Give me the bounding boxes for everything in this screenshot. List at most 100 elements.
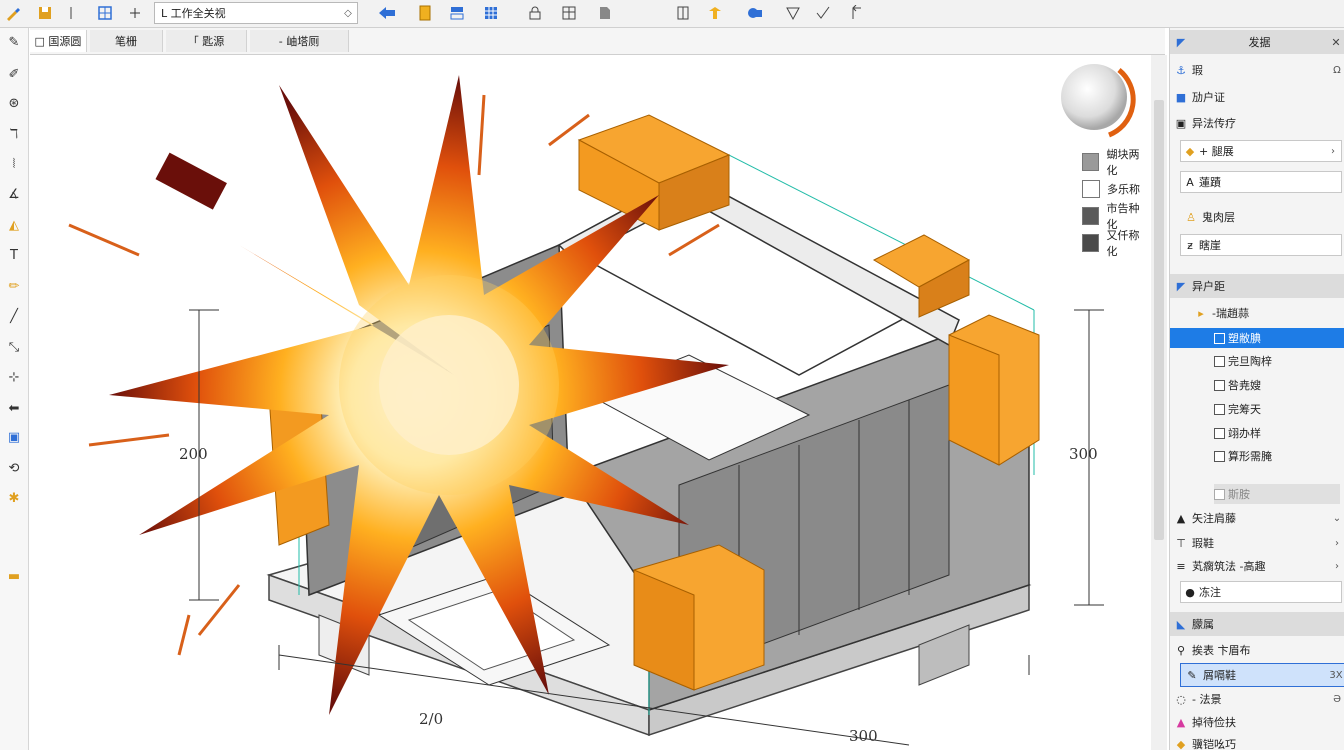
split-tool-icon[interactable]: ⦚: [3, 154, 25, 174]
layer-label: 完筹天: [1228, 403, 1261, 416]
panel-field[interactable]: ƶ 瞎崖: [1180, 234, 1342, 256]
tag-icon: ⊤: [1176, 536, 1186, 550]
circle-tool-icon[interactable]: ⊛: [3, 93, 25, 113]
panel-row-label: 异法传疗: [1192, 117, 1236, 130]
checkbox[interactable]: [1214, 450, 1225, 462]
panel-row-label: - 法景: [1192, 693, 1222, 706]
view-combo[interactable]: L 工作全关视 ◇: [154, 2, 358, 24]
panel-row[interactable]: ▣ 异法传疗: [1170, 111, 1344, 135]
close-badge[interactable]: 3X: [1328, 670, 1344, 681]
yellow-box-icon[interactable]: [414, 2, 436, 24]
pencil-icon[interactable]: [2, 2, 24, 24]
text-tool-icon[interactable]: T: [3, 245, 25, 265]
panel-row[interactable]: ◆ 骥铠吆巧: [1170, 732, 1344, 756]
panel-icon: ◤: [1176, 35, 1186, 49]
close-icon[interactable]: ✕: [1327, 36, 1344, 49]
folder-tool-icon[interactable]: ▬: [3, 566, 25, 586]
layer-checkbox[interactable]: 算形需腌: [1214, 446, 1344, 466]
checkbox[interactable]: [1214, 355, 1225, 367]
panel-section[interactable]: ▲ 矢注肩藤 ⌄: [1170, 506, 1344, 530]
fill-tool-icon[interactable]: ◭: [3, 215, 25, 235]
paint-tool-icon[interactable]: ✏: [3, 276, 25, 296]
check-icon[interactable]: [812, 2, 834, 24]
legend-item: 多乐称: [1082, 179, 1140, 199]
cursor-icon[interactable]: [60, 2, 82, 24]
panel-field[interactable]: A 蓮蹟: [1180, 171, 1342, 193]
panel-row[interactable]: ⊤ 瑕鞋 ›: [1170, 531, 1344, 555]
move-tool-icon[interactable]: ⬅: [3, 398, 25, 418]
brush-tool-icon[interactable]: ✐: [3, 64, 25, 84]
angle-tool-icon[interactable]: ∡: [3, 184, 25, 204]
save-icon[interactable]: [34, 2, 56, 24]
legend-item: 又仟称化: [1082, 229, 1149, 258]
plus-icon[interactable]: [124, 2, 146, 24]
panel-row[interactable]: ♙ 鬼肉层: [1180, 205, 1340, 229]
back-arrow-icon[interactable]: [376, 2, 398, 24]
drawing-canvas[interactable]: 200 300 300 2/0 蝴块两化 多乐称 市告种化 又仟称化: [29, 55, 1149, 750]
lock-icon[interactable]: [524, 2, 546, 24]
panel-field[interactable]: ● 冻注: [1180, 581, 1342, 603]
tab-3[interactable]: 「 匙源: [166, 30, 247, 52]
blue-grid-icon[interactable]: [480, 2, 502, 24]
line-tool-icon[interactable]: ╱: [3, 306, 25, 326]
panel-row-label: 屑嗝鞋: [1203, 669, 1236, 682]
list-icon: ≡: [1176, 559, 1186, 573]
circle-icon: ◌: [1176, 692, 1186, 706]
tab-4[interactable]: ‐ 岫塔厕: [250, 30, 349, 52]
panel-row[interactable]: ■ 劢户证: [1170, 85, 1344, 109]
tree-root[interactable]: ▸ -瑞趙蒜: [1190, 301, 1340, 325]
panel-row[interactable]: ⚓ 瑕 Ω: [1170, 58, 1344, 82]
view-cube-sphere[interactable]: [1061, 64, 1136, 138]
checkbox[interactable]: [1214, 488, 1225, 500]
panel-row-label: 瑕鞋: [1192, 537, 1214, 550]
layer-checkbox-disabled[interactable]: 斯胺: [1214, 484, 1340, 504]
edit-icon: ✎: [1187, 668, 1197, 682]
page-icon[interactable]: [594, 2, 616, 24]
checkbox[interactable]: [1214, 403, 1225, 415]
layer-checkbox[interactable]: 完筹天: [1214, 399, 1344, 419]
arrow-tool-icon[interactable]: [704, 2, 726, 24]
panel-field-label: 蓮蹟: [1199, 176, 1221, 189]
stack-icon[interactable]: [446, 2, 468, 24]
table-icon[interactable]: [558, 2, 580, 24]
dot-icon: ●: [1185, 585, 1195, 599]
checkbox[interactable]: [1214, 427, 1225, 439]
layer-checkbox[interactable]: 塑敝腆: [1170, 328, 1344, 348]
panel-field-label: 瞎崖: [1199, 239, 1221, 252]
panel-row[interactable]: ≡ 芄瘸筑法 ‐高趣 ›: [1170, 554, 1344, 578]
pen-tool-icon[interactable]: ✎: [3, 32, 25, 52]
measure-tool-icon[interactable]: ⤡: [3, 337, 25, 357]
frame-icon[interactable]: [672, 2, 694, 24]
grid-icon[interactable]: [94, 2, 116, 24]
shield-icon[interactable]: [782, 2, 804, 24]
layer-checkbox[interactable]: 咎尭嫂: [1214, 375, 1344, 395]
wand-tool-icon[interactable]: ✱: [3, 488, 25, 508]
person-icon: ♙: [1186, 210, 1196, 224]
checkbox[interactable]: [1214, 379, 1225, 391]
panel-row-label: 挨表 卞眉布: [1192, 644, 1251, 657]
blue-shape-icon[interactable]: [744, 2, 766, 24]
legend-swatch: [1082, 153, 1100, 171]
panel-section-label: 矢注肩藤: [1192, 512, 1236, 525]
scrollbar-thumb[interactable]: [1154, 100, 1164, 540]
panel-dropdown[interactable]: ◆ + 腿展 ›: [1180, 140, 1342, 162]
canvas-scrollbar[interactable]: [1151, 55, 1167, 750]
tab-2[interactable]: 笔栅: [90, 30, 163, 52]
layer-tool-icon[interactable]: ▣: [3, 427, 25, 447]
layer-checkbox[interactable]: 完旦陶梓: [1214, 351, 1344, 371]
bend-tool-icon[interactable]: ℸ: [3, 124, 25, 144]
legend-swatch: [1082, 207, 1100, 225]
diamond-icon: ◆: [1185, 144, 1195, 158]
checkbox[interactable]: [1214, 332, 1225, 344]
snap-tool-icon[interactable]: ⊹: [3, 367, 25, 387]
selected-item[interactable]: ✎ 屑嗝鞋 3X: [1180, 663, 1344, 687]
panel-header-3: ◣ 朦属: [1170, 612, 1344, 636]
panel-row[interactable]: ▲ 掉待俭扶: [1170, 710, 1344, 734]
tab-1[interactable]: □ 国源圆: [30, 30, 87, 52]
panel-row[interactable]: ◌ - 法景 Ə: [1170, 687, 1344, 711]
rotate-tool-icon[interactable]: ⟲: [3, 458, 25, 478]
letter-a-icon: A: [1186, 175, 1194, 189]
layer-checkbox[interactable]: 翊办样: [1214, 423, 1344, 443]
panel-row[interactable]: ⚲ 挨表 卞眉布: [1170, 638, 1344, 662]
return-icon[interactable]: [846, 2, 868, 24]
